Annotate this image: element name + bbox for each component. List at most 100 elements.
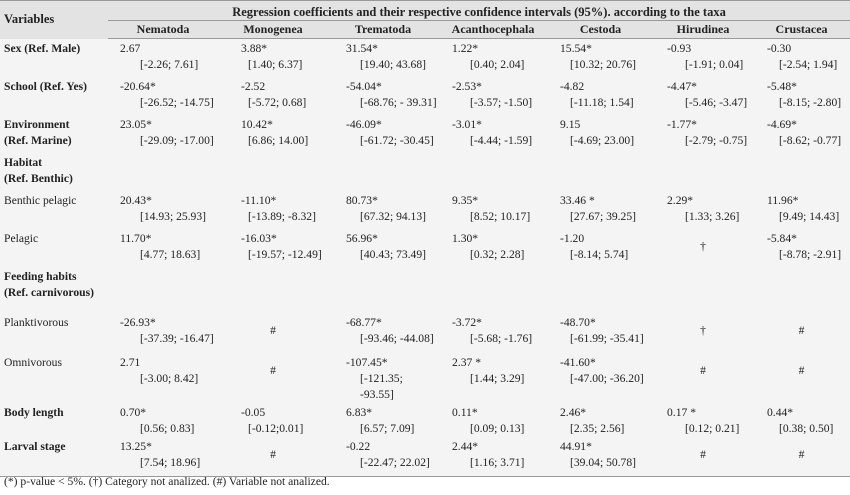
coefficient-value: 3.88* [241,42,268,55]
coefficient-cell: -11.10* [-13.89; -8.32] [218,191,328,229]
coefficient-cell: -0.22 [-22.47; 22.02] [328,436,438,477]
row-label-line: Benthic pelagic [4,193,77,207]
regression-table-container: Variables Regression coefficients and th… [0,0,850,477]
coefficient-cell: 20.43* [14.93; 25.93] [108,191,218,229]
confidence-interval: [67.32; 94.13] [360,209,427,223]
table-row: Sex (Ref. Male) 2.67 [-2.26; 7.61] 3.88* [1.… [0,38,850,77]
coefficients-group-header: Regression coefficients and their respec… [108,0,850,21]
taxon-header-trematoda: Trematoda [328,20,438,39]
coefficient-value: 31.54* [346,42,378,55]
row-label: Benthic pelagic [0,191,108,229]
coefficient-value: -16.03* [241,231,277,245]
confidence-interval: [-26.52; -14.75] [140,95,214,109]
row-label: Body length [0,403,108,437]
row-label: Omnivorous [0,353,108,403]
confidence-interval: [0.56; 0.83] [140,421,195,435]
confidence-interval: [-5.72; 0.68] [248,95,307,109]
coefficient-cell: 2.67 [-2.26; 7.61] [108,39,218,77]
confidence-interval: [-93.46; -44.08] [360,331,434,345]
table-row: Larval stage 13.25* [7.54; 18.96] # -0.22 [-2… [0,436,850,477]
confidence-interval: [-19.57; -12.49] [248,247,322,261]
coefficient-value: -3.72* [452,315,482,329]
coefficient-value: -20.64* [120,79,156,93]
coefficient-cell: 11.70* [4.77; 18.63] [108,229,218,267]
coefficient-value: 2.44* [452,439,479,453]
coefficient-cell: # [753,313,850,353]
coefficient-cell: -20.64* [-26.52; -14.75] [108,77,218,115]
not-analyzed-mark: # [798,363,805,377]
coefficient-value: -4.69* [767,117,797,131]
coefficient-cell: 2.71 [-3.00; 8.42] [108,353,218,403]
coefficient-value: -1.77* [667,117,697,131]
coefficient-cell [548,153,653,191]
not-analyzed-mark: † [700,323,706,337]
table-row: School (Ref. Yes) -20.64* [-26.52; -14.75]… [0,76,850,115]
coefficient-cell: -3.01* [-4.44; -1.59] [438,115,548,153]
confidence-interval: [1.33; 3.26] [685,209,740,223]
not-analyzed-mark: # [798,323,805,337]
coefficient-cell [653,153,753,191]
table-row: Body length 0.70* [0.56; 0.83] -0.05 [-0.12;… [0,402,850,437]
coefficient-cell [328,267,438,313]
confidence-interval: [-8.14; 5.74] [570,247,629,261]
taxon-header-nematoda: Nematoda [108,20,218,39]
coefficient-cell: -5.84* [-8.78; -2.91] [753,229,850,267]
coefficient-value: 6.83* [346,405,373,419]
confidence-interval: [1.16; 3.71] [470,455,525,469]
confidence-interval: [27.67; 39.25] [570,209,637,223]
row-label: Environment (Ref. Marine) [0,115,108,153]
coefficient-cell [753,267,850,313]
confidence-interval: [9.49; 14.43] [779,209,840,223]
row-label-line: (Ref. carnivorous) [4,285,94,299]
coefficient-value: 1.30* [452,231,479,245]
coefficient-cell [108,267,218,313]
coefficient-value: 20.43* [120,193,152,207]
row-label-line: Environment [4,117,70,131]
coefficient-cell: 15.54* [10.32; 20.76] [548,39,653,77]
coefficient-value: 9.35* [452,193,479,207]
coefficient-value: 1.22* [452,42,479,55]
row-label-line: (Ref. Marine) [4,133,72,147]
coefficient-cell: 11.96* [9.49; 14.43] [753,191,850,229]
coefficient-value: -4.82 [560,79,585,93]
coefficient-cell: 2.46* [2.35; 2.56] [548,403,653,437]
coefficient-cell: -4.82 [-11.18; 1.54] [548,77,653,115]
coefficient-cell: -48.70* [-61.99; -35.41] [548,313,653,353]
row-label-line: Omnivorous [4,355,62,369]
coefficient-value: 2.46* [560,405,587,419]
row-label-line: Planktivorous [4,315,69,329]
coefficient-cell: -2.53* [-3.57; -1.50] [438,77,548,115]
coefficient-cell [218,267,328,313]
coefficient-value: 80.73* [346,193,378,207]
confidence-interval: [-47.00; -36.20] [570,371,644,385]
coefficient-value: 0.17 * [667,405,696,419]
coefficient-cell [548,267,653,313]
coefficient-cell: 2.37 * [1.44; 3.29] [438,353,548,403]
coefficient-cell: # [653,353,753,403]
table-row: Benthic pelagic 20.43* [14.93; 25.93] -11.1… [0,190,850,229]
coefficient-value: -46.09* [346,117,382,131]
coefficient-value: -107.45* [346,355,388,369]
row-label-line: (Ref. Benthic) [4,171,73,185]
coefficient-value: -11.10* [241,193,277,207]
coefficient-cell: -0.93 [-1.91; 0.04] [653,39,753,77]
confidence-interval: [-22.47; 22.02] [360,455,430,469]
table-row: Pelagic 11.70* [4.77; 18.63] -16.03* [-19.57… [0,228,850,267]
confidence-interval: [-3.00; 8.42] [140,371,199,385]
table-row: Planktivorous -26.93* [-37.39; -16.47] # -68… [0,312,850,353]
coefficient-cell: 1.22* [0.40; 2.04] [438,39,548,77]
coefficient-cell: # [218,353,328,403]
not-analyzed-mark: # [700,447,706,461]
row-label: Sex (Ref. Male) [0,39,108,77]
coefficient-cell: 80.73* [67.32; 94.13] [328,191,438,229]
confidence-interval: [-8.62; -0.77] [779,133,842,147]
coefficient-cell: -54.04* [-68.76; - 39.31] [328,77,438,115]
coefficient-cell: 3.88* [1.40; 6.37] [218,39,328,77]
confidence-interval: [-4.44; -1.59] [470,133,533,147]
coefficient-cell: 44.91* [39.04; 50.78] [548,436,653,477]
coefficient-value: 11.96* [767,193,799,207]
coefficient-cell [108,153,218,191]
coefficient-cell: 6.83* [6.57; 7.09] [328,403,438,437]
confidence-interval: [1.40; 6.37] [248,58,303,71]
coefficient-cell: -4.47* [-5.46; -3.47] [653,77,753,115]
